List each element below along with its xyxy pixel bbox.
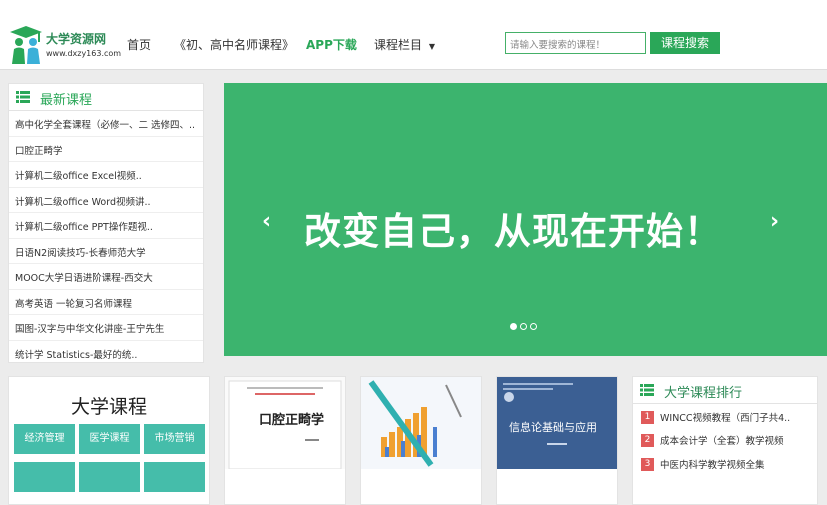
book-cover-title: 口腔正畸学 (259, 413, 325, 428)
latest-course-item[interactable]: 计算机二级office PPT操作题视.. (9, 213, 203, 239)
nav-home[interactable]: 首页 (127, 36, 151, 53)
logo-icon (10, 26, 42, 64)
hero-banner[interactable]: ‹ 改变自己，从现在开始！ › (224, 83, 827, 356)
course-card-orthodontics[interactable]: 口腔正畸学 (224, 376, 346, 505)
nav-middle-high-school[interactable]: 《初、高中名师课程》 (174, 36, 294, 53)
latest-course-item[interactable]: 计算机二级office Word视频讲.. (9, 188, 203, 213)
university-courses-title: 大学课程 (70, 396, 147, 418)
latest-course-item[interactable]: MOOC大学日语进阶课程-西交大 (9, 264, 203, 290)
site-header: 大学资源网 www.dxzy163.com 首页 《初、高中名师课程》 APP下… (0, 0, 827, 70)
rank-number: 1 (641, 410, 654, 424)
book-cover-title: 信息论基础与应用 (509, 421, 597, 434)
course-ranking-title: 大学课程排行 (664, 386, 743, 401)
logo-title: 大学资源网 (46, 32, 107, 46)
latest-course-item[interactable]: 高中化学全套课程（必修一、二 选修四、.. (9, 111, 203, 137)
latest-course-item[interactable]: 计算机二级office Excel视频.. (9, 162, 203, 188)
ranking-item[interactable]: 1 WINCC视频教程（西门子共4.. (641, 410, 816, 430)
latest-courses-header: 最新课程 (9, 84, 203, 111)
nav-app-download[interactable]: APP下载 (306, 36, 357, 53)
course-ranking-panel: 大学课程排行 1 WINCC视频教程（西门子共4.. 2 成本会计学（全套）教学视频… (632, 376, 818, 505)
ranking-item[interactable]: 2 成本会计学（全套）教学视频 (641, 433, 816, 453)
ranking-item-label: 成本会计学（全套）教学视频 (660, 436, 784, 447)
latest-courses-panel: 最新课程 高中化学全套课程（必修一、二 选修四、.. 口腔正畸学 计算机二级of… (8, 83, 204, 363)
category-button[interactable] (14, 462, 75, 492)
banner-next-arrow[interactable]: › (770, 209, 779, 234)
ranking-item-label: 中医内科学教学视频全集 (660, 460, 765, 471)
chart-illustration-image (361, 377, 481, 469)
nav-course-columns-label: 课程栏目 (374, 38, 423, 52)
banner-dot[interactable] (510, 323, 517, 330)
search-button[interactable]: 课程搜索 (650, 32, 720, 54)
course-ranking-header: 大学课程排行 (633, 377, 817, 404)
ranking-item[interactable]: 3 中医内科学教学视频全集 (641, 457, 816, 477)
latest-course-item[interactable]: 国图-汉字与中华文化讲座-王宁先生 (9, 315, 203, 341)
rank-number: 2 (641, 433, 654, 447)
banner-prev-arrow[interactable]: ‹ (262, 209, 271, 234)
banner-dot[interactable] (520, 323, 527, 330)
latest-course-item[interactable]: 统计学 Statistics-最好的统.. (9, 341, 203, 367)
category-medicine[interactable]: 医学课程 (79, 424, 140, 454)
course-card-information-theory[interactable]: 信息论基础与应用 (496, 376, 618, 505)
latest-course-item[interactable]: 日语N2阅读技巧-长春师范大学 (9, 239, 203, 264)
category-marketing[interactable]: 市场营销 (144, 424, 205, 454)
site-logo[interactable]: 大学资源网 www.dxzy163.com (8, 24, 123, 64)
rank-number: 3 (641, 457, 654, 471)
banner-dot[interactable] (530, 323, 537, 330)
category-button[interactable] (79, 462, 140, 492)
banner-pagination (510, 323, 540, 331)
ranking-item-label: WINCC视频教程（西门子共4.. (660, 413, 791, 424)
caret-down-icon: ▼ (428, 42, 435, 51)
category-economics-management[interactable]: 经济管理 (14, 424, 75, 454)
category-button[interactable] (144, 462, 205, 492)
logo-url: www.dxzy163.com (46, 49, 122, 58)
banner-slogan: 改变自己，从现在开始！ (304, 210, 722, 253)
university-courses-panel: 大学课程 经济管理 医学课程 市场营销 (8, 376, 210, 505)
course-card-statistics[interactable] (360, 376, 482, 505)
latest-courses-title: 最新课程 (40, 93, 93, 108)
list-icon (16, 91, 30, 103)
latest-course-item[interactable]: 口腔正畸学 (9, 137, 203, 162)
search-input[interactable]: 请输入要搜索的课程！ (505, 32, 646, 54)
list-icon (640, 384, 654, 396)
nav-course-columns[interactable]: 课程栏目 ▼ (374, 36, 435, 53)
latest-course-item[interactable]: 高考英语 一轮复习名师课程 (9, 290, 203, 315)
